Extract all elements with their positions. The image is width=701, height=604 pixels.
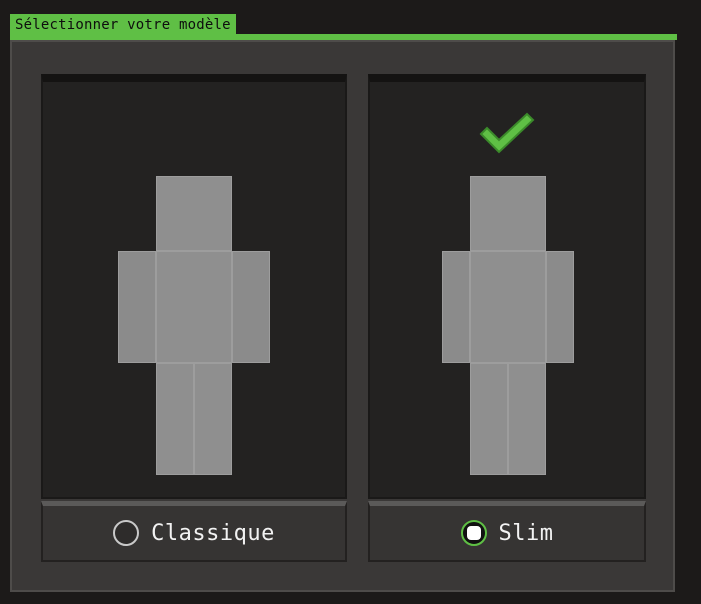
- figure-head: [470, 176, 546, 251]
- figure-right-leg: [194, 363, 232, 475]
- skin-figure-slim: [370, 82, 644, 497]
- radio-dot: [466, 526, 481, 540]
- figure-right-leg: [508, 363, 546, 475]
- figure-left-leg: [470, 363, 508, 475]
- radio-icon[interactable]: [113, 520, 140, 546]
- radio-selected-icon[interactable]: [460, 520, 487, 546]
- figure-head: [156, 176, 232, 251]
- model-card-classic: Classique: [41, 74, 347, 562]
- figure-left-arm: [442, 251, 470, 363]
- option-slim-button[interactable]: Slim: [368, 501, 646, 562]
- figure-right-arm: [232, 251, 270, 363]
- figure-torso: [470, 251, 546, 363]
- option-label-slim: Slim: [498, 520, 554, 546]
- option-classic-button[interactable]: Classique: [41, 501, 347, 562]
- page-title: Sélectionner votre modèle: [10, 14, 236, 36]
- figure-left-arm: [118, 251, 156, 363]
- figure-torso: [156, 251, 232, 363]
- option-label-classic: Classique: [151, 520, 275, 546]
- model-panel: Classique Slim: [10, 40, 675, 592]
- figure-left-leg: [156, 363, 194, 475]
- model-preview-classic: [41, 74, 347, 499]
- model-selector-screen: Sélectionner votre modèle Classique Slim: [0, 0, 701, 604]
- skin-figure-classic: [43, 82, 345, 497]
- figure-right-arm: [546, 251, 574, 363]
- model-card-slim: Slim: [368, 74, 646, 562]
- model-preview-slim: [368, 74, 646, 499]
